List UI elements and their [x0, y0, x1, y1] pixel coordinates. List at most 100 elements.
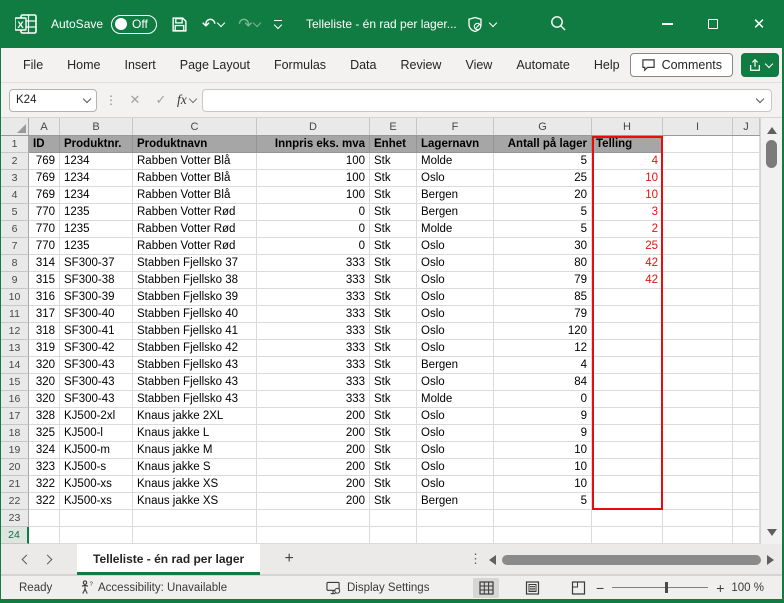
- row-header-12[interactable]: 12: [1, 323, 29, 340]
- cell[interactable]: Oslo: [417, 289, 494, 306]
- cell[interactable]: Oslo: [417, 255, 494, 272]
- cell[interactable]: [733, 527, 760, 544]
- cell[interactable]: 0: [257, 238, 370, 255]
- scroll-up-button[interactable]: [767, 122, 777, 138]
- row-header-4[interactable]: 4: [1, 187, 29, 204]
- cell[interactable]: [663, 153, 733, 170]
- cell[interactable]: [663, 221, 733, 238]
- cell[interactable]: ID: [29, 136, 60, 153]
- cell[interactable]: Stk: [370, 238, 417, 255]
- cell[interactable]: [663, 204, 733, 221]
- cell[interactable]: Oslo: [417, 323, 494, 340]
- cell[interactable]: Stk: [370, 476, 417, 493]
- cell[interactable]: 5: [494, 204, 592, 221]
- cell[interactable]: [663, 527, 733, 544]
- scroll-down-button[interactable]: [767, 524, 777, 540]
- accessibility-status[interactable]: ? Accessibility: Unavailable: [79, 580, 227, 595]
- cell[interactable]: Stk: [370, 425, 417, 442]
- cell[interactable]: 5: [494, 221, 592, 238]
- maximize-button[interactable]: [690, 0, 736, 48]
- page-break-preview-button[interactable]: [565, 578, 591, 598]
- column-header-J[interactable]: J: [733, 118, 760, 135]
- cell[interactable]: 333: [257, 391, 370, 408]
- name-box[interactable]: K24: [9, 89, 97, 112]
- cell[interactable]: Oslo: [417, 238, 494, 255]
- cell[interactable]: 85: [494, 289, 592, 306]
- cell[interactable]: 319: [29, 340, 60, 357]
- cell[interactable]: 25: [494, 170, 592, 187]
- cell[interactable]: [60, 527, 133, 544]
- column-header-D[interactable]: D: [257, 118, 370, 135]
- cell[interactable]: Stabben Fjellsko 43: [133, 357, 257, 374]
- column-header-H[interactable]: H: [592, 118, 663, 135]
- sheet-options-icon[interactable]: ⋮: [469, 551, 482, 567]
- cell[interactable]: [592, 510, 663, 527]
- cell[interactable]: Stabben Fjellsko 42: [133, 340, 257, 357]
- cell[interactable]: Oslo: [417, 476, 494, 493]
- cell[interactable]: SF300-41: [60, 323, 133, 340]
- cell[interactable]: [733, 170, 760, 187]
- column-header-E[interactable]: E: [370, 118, 417, 135]
- cell[interactable]: 322: [29, 476, 60, 493]
- cell[interactable]: SF300-43: [60, 357, 133, 374]
- cell[interactable]: [733, 493, 760, 510]
- next-sheet-button[interactable]: [43, 554, 53, 564]
- cell[interactable]: Stk: [370, 357, 417, 374]
- cell[interactable]: [733, 255, 760, 272]
- scroll-left-icon[interactable]: [489, 555, 496, 565]
- cell[interactable]: Stk: [370, 153, 417, 170]
- row-header-16[interactable]: 16: [1, 391, 29, 408]
- cell[interactable]: Stabben Fjellsko 39: [133, 289, 257, 306]
- customize-quick-access-button[interactable]: [274, 20, 282, 29]
- cell[interactable]: KJ500-m: [60, 442, 133, 459]
- cell[interactable]: Knaus jakke XS: [133, 476, 257, 493]
- cell[interactable]: Lagernavn: [417, 136, 494, 153]
- cell[interactable]: Knaus jakke L: [133, 425, 257, 442]
- cell[interactable]: [133, 510, 257, 527]
- cell[interactable]: [733, 408, 760, 425]
- row-header-8[interactable]: 8: [1, 255, 29, 272]
- cell[interactable]: 333: [257, 306, 370, 323]
- cell[interactable]: [663, 459, 733, 476]
- previous-sheet-button[interactable]: [22, 554, 32, 564]
- cell[interactable]: Stk: [370, 204, 417, 221]
- ribbon-tab-view[interactable]: View: [455, 53, 502, 77]
- row-header-14[interactable]: 14: [1, 357, 29, 374]
- cell[interactable]: Oslo: [417, 442, 494, 459]
- cell[interactable]: 200: [257, 408, 370, 425]
- cell[interactable]: [733, 391, 760, 408]
- ribbon-tab-data[interactable]: Data: [340, 53, 386, 77]
- cell[interactable]: [733, 476, 760, 493]
- row-header-17[interactable]: 17: [1, 408, 29, 425]
- cell[interactable]: Bergen: [417, 187, 494, 204]
- cell[interactable]: [733, 510, 760, 527]
- cell[interactable]: 79: [494, 272, 592, 289]
- cell[interactable]: 333: [257, 374, 370, 391]
- cell[interactable]: 42: [592, 255, 663, 272]
- cell[interactable]: 1234: [60, 170, 133, 187]
- vertical-scrollbar[interactable]: [760, 118, 782, 544]
- cell[interactable]: 1235: [60, 221, 133, 238]
- cell[interactable]: 10: [494, 476, 592, 493]
- cell[interactable]: [494, 527, 592, 544]
- cell[interactable]: [592, 391, 663, 408]
- cell[interactable]: 30: [494, 238, 592, 255]
- cell[interactable]: 10: [592, 187, 663, 204]
- excel-logo-icon[interactable]: X: [15, 14, 37, 34]
- cell[interactable]: [663, 493, 733, 510]
- cell[interactable]: Molde: [417, 221, 494, 238]
- cell[interactable]: [592, 289, 663, 306]
- row-header-11[interactable]: 11: [1, 306, 29, 323]
- cell[interactable]: Stabben Fjellsko 41: [133, 323, 257, 340]
- cell[interactable]: [663, 408, 733, 425]
- cell[interactable]: [257, 510, 370, 527]
- cell[interactable]: Knaus jakke M: [133, 442, 257, 459]
- cell[interactable]: Stk: [370, 374, 417, 391]
- zoom-out-button[interactable]: −: [596, 581, 604, 595]
- cell[interactable]: 9: [494, 425, 592, 442]
- cell[interactable]: Rabben Votter Blå: [133, 170, 257, 187]
- cell[interactable]: Enhet: [370, 136, 417, 153]
- cell[interactable]: [592, 493, 663, 510]
- cell[interactable]: Knaus jakke S: [133, 459, 257, 476]
- cell[interactable]: KJ500-s: [60, 459, 133, 476]
